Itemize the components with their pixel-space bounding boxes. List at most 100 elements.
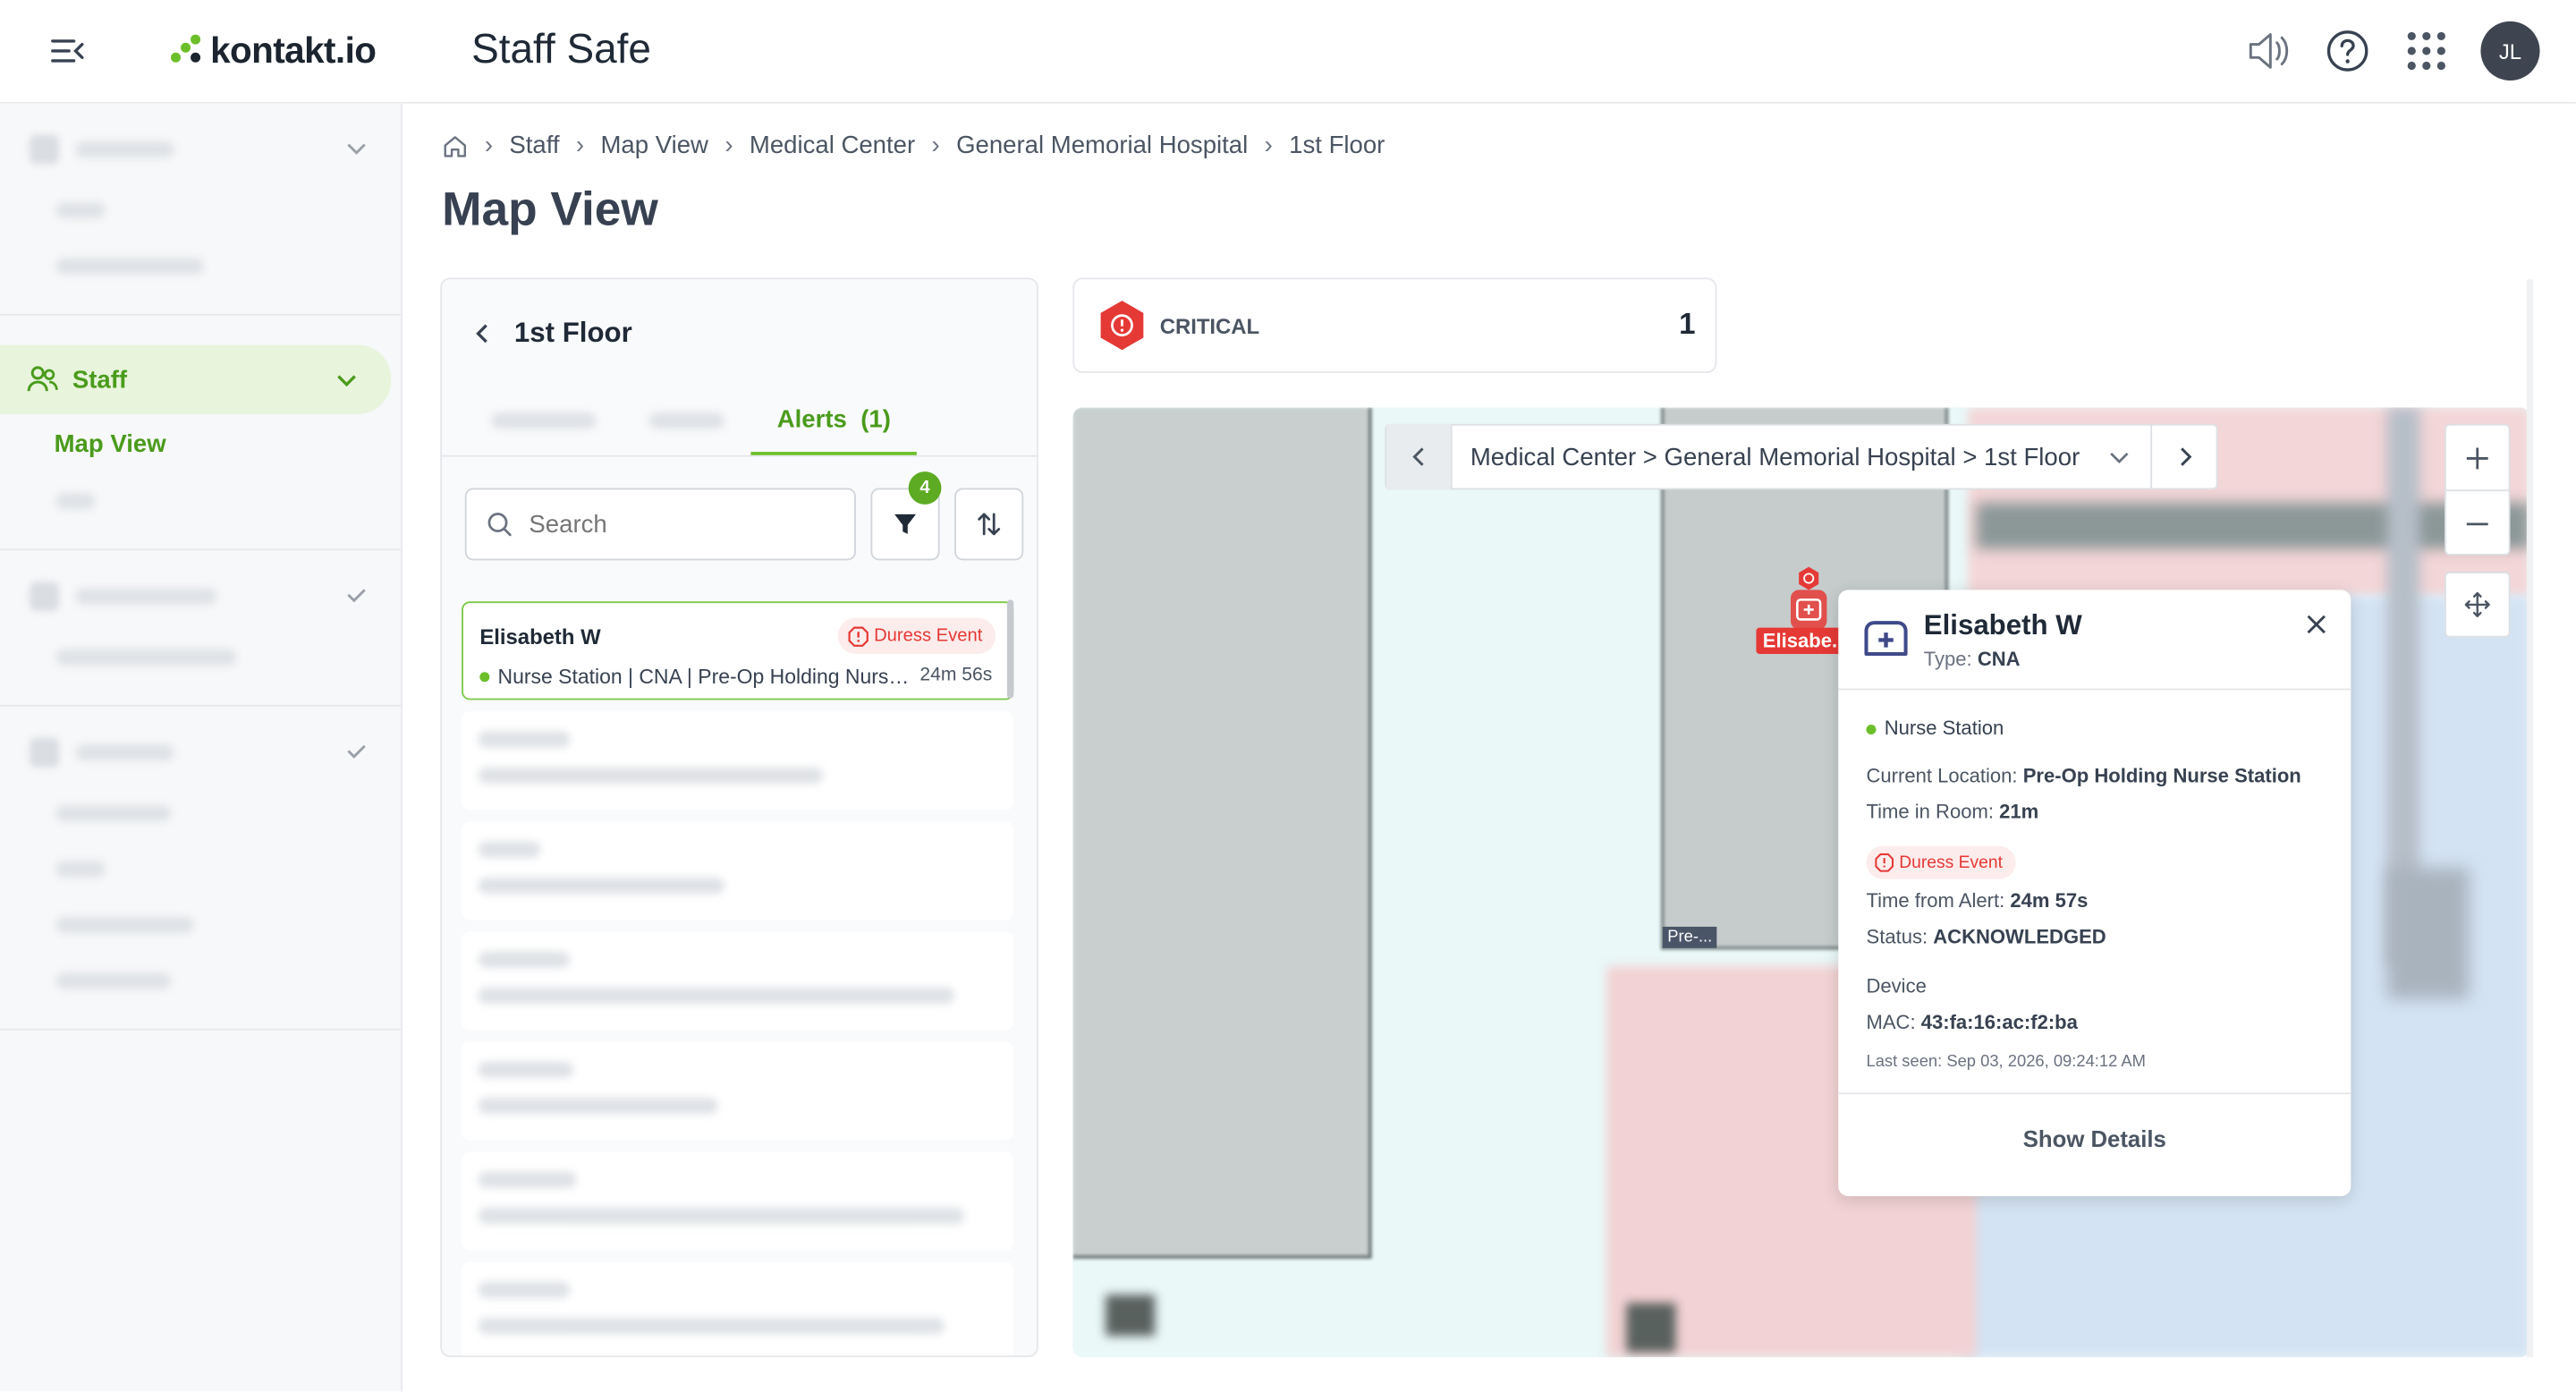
popup-station: Nurse Station [1866,717,2004,740]
list-item[interactable] [462,1261,1014,1356]
sidebar-item-blurred[interactable] [0,719,401,785]
online-dot [479,672,490,683]
home-icon[interactable] [442,132,468,158]
popup-time-in-room: Time in Room: 21m [1866,800,2038,823]
help-icon[interactable] [2323,26,2372,75]
status-badge-label: Duress Event [874,625,983,646]
sidebar: Staff Map View [0,103,402,1392]
check-icon [347,589,366,603]
popup-staff-name: Elisabeth W [1923,609,2082,641]
map-object [1106,1294,1156,1337]
sidebar-subitem-blurred[interactable] [0,473,401,529]
filter-count-badge: 4 [908,471,942,505]
sidebar-subitem-blurred[interactable] [0,953,401,1008]
sidebar-subitem-blurred[interactable] [0,897,401,953]
staff-alert-pin-icon[interactable] [1785,565,1831,631]
status-badge: Duress Event [837,617,996,655]
map-prev-button[interactable] [1386,423,1453,490]
search-field[interactable] [464,488,856,561]
breadcrumb-item[interactable]: Medical Center [750,132,915,159]
map-room [1072,407,1372,1259]
mac-value: 43:fa:16:ac:f2:ba [1920,1010,2078,1034]
check-icon [347,744,366,759]
tab-blurred[interactable] [465,386,623,455]
popup-location: Current Location: Pre-Op Holding Nurse S… [1866,764,2301,787]
sidebar-item-label: Staff [72,365,128,394]
map-location-selector[interactable]: Medical Center > General Memorial Hospit… [1385,423,2218,490]
sort-icon [978,513,1001,536]
app-title: Staff Safe [471,26,651,72]
critical-alert-icon [1100,301,1144,351]
pan-button[interactable] [2445,572,2511,638]
time-alert-label: Time from Alert: [1866,888,2005,912]
brand-logo[interactable]: kontakt.io [171,28,377,73]
sidebar-item-staff[interactable]: Staff [0,344,392,414]
list-item[interactable]: Elisabeth W Duress Event Nurse Station |… [462,601,1014,700]
map-next-button[interactable] [2150,423,2216,490]
tab-alerts[interactable]: Alerts (1) [750,386,918,455]
map-location-path: Medical Center > General Memorial Hospit… [1470,442,2080,471]
sort-button[interactable] [954,488,1024,561]
panel-title: 1st Floor [513,317,632,349]
chevron-right-icon [2180,447,2191,466]
popup-status: Status: ACKNOWLEDGED [1866,925,2106,948]
sidebar-item-blurred[interactable] [0,564,401,629]
sidebar-subitem-blurred[interactable] [0,629,401,684]
room-label[interactable]: Pre-... [1662,926,1717,948]
divider [1838,688,2351,691]
status-value: ACKNOWLEDGED [1933,925,2106,948]
back-chevron-icon[interactable] [471,322,495,345]
user-avatar[interactable]: JL [2480,21,2540,81]
sidebar-subitem-blurred[interactable] [0,238,401,293]
list-scrollbar[interactable] [1006,599,1014,699]
critical-summary-card[interactable]: CRITICAL 1 [1072,277,1717,373]
search-input[interactable] [529,510,826,539]
menu-collapse-icon[interactable] [49,35,85,68]
nurse-badge-icon [1864,621,1908,657]
floor-panel: 1st Floor Alerts (1) 4 Elisabet [440,277,1038,1358]
chevron-down-icon[interactable] [2107,446,2131,469]
list-item[interactable] [462,1151,1014,1251]
plus-icon [2466,446,2488,469]
sidebar-subitem-blurred[interactable] [0,785,401,841]
breadcrumb-item[interactable]: General Memorial Hospital [956,132,1248,159]
location-value: Pre-Op Holding Nurse Station [2022,764,2301,787]
critical-label: CRITICAL [1159,312,1260,338]
breadcrumb-item[interactable]: Map View [600,132,708,159]
apps-grid-icon[interactable] [2402,26,2451,75]
zoom-in-button[interactable] [2445,426,2509,492]
map-scrollbar[interactable] [2526,279,2534,1358]
close-icon[interactable] [2305,613,2328,636]
location-label: Current Location: [1866,764,2018,787]
list-item[interactable] [462,931,1014,1031]
brand-name: kontakt.io [210,30,377,71]
critical-count: 1 [1679,307,1696,341]
show-details-button[interactable]: Show Details [1838,1125,2351,1151]
alert-octagon-icon [848,625,869,647]
breadcrumb-item[interactable]: Staff [509,132,559,159]
list-item[interactable] [462,1041,1014,1141]
status-badge-label: Duress Event [1899,853,2003,873]
breadcrumb: › Staff › Map View › Medical Center › Ge… [442,132,1385,159]
sidebar-subitem-map-view[interactable]: Map View [0,414,401,473]
time-alert-value: 24m 57s [2010,888,2089,912]
alert-elapsed: 24m 56s [919,665,993,685]
type-label: Type: [1923,647,1972,671]
chevron-right-icon: › [1264,131,1273,160]
sidebar-item-blurred[interactable] [0,116,401,182]
popup-device-label: Device [1866,974,1927,997]
panel-tabs: Alerts (1) [442,386,1037,457]
speaker-icon[interactable] [2244,26,2293,75]
mac-label: MAC: [1866,1010,1916,1034]
list-item[interactable] [462,711,1014,811]
top-bar: kontakt.io Staff Safe JL [0,0,2576,104]
divider [1838,1092,2351,1095]
list-item[interactable] [462,821,1014,921]
alert-list: Elisabeth W Duress Event Nurse Station |… [462,601,1014,1356]
sidebar-subitem-blurred[interactable] [0,182,401,238]
zoom-out-button[interactable] [2446,491,2509,556]
filter-button[interactable]: 4 [870,471,942,561]
tab-blurred[interactable] [623,386,750,455]
popup-time-from-alert: Time from Alert: 24m 57s [1866,889,2088,912]
sidebar-subitem-blurred[interactable] [0,841,401,896]
